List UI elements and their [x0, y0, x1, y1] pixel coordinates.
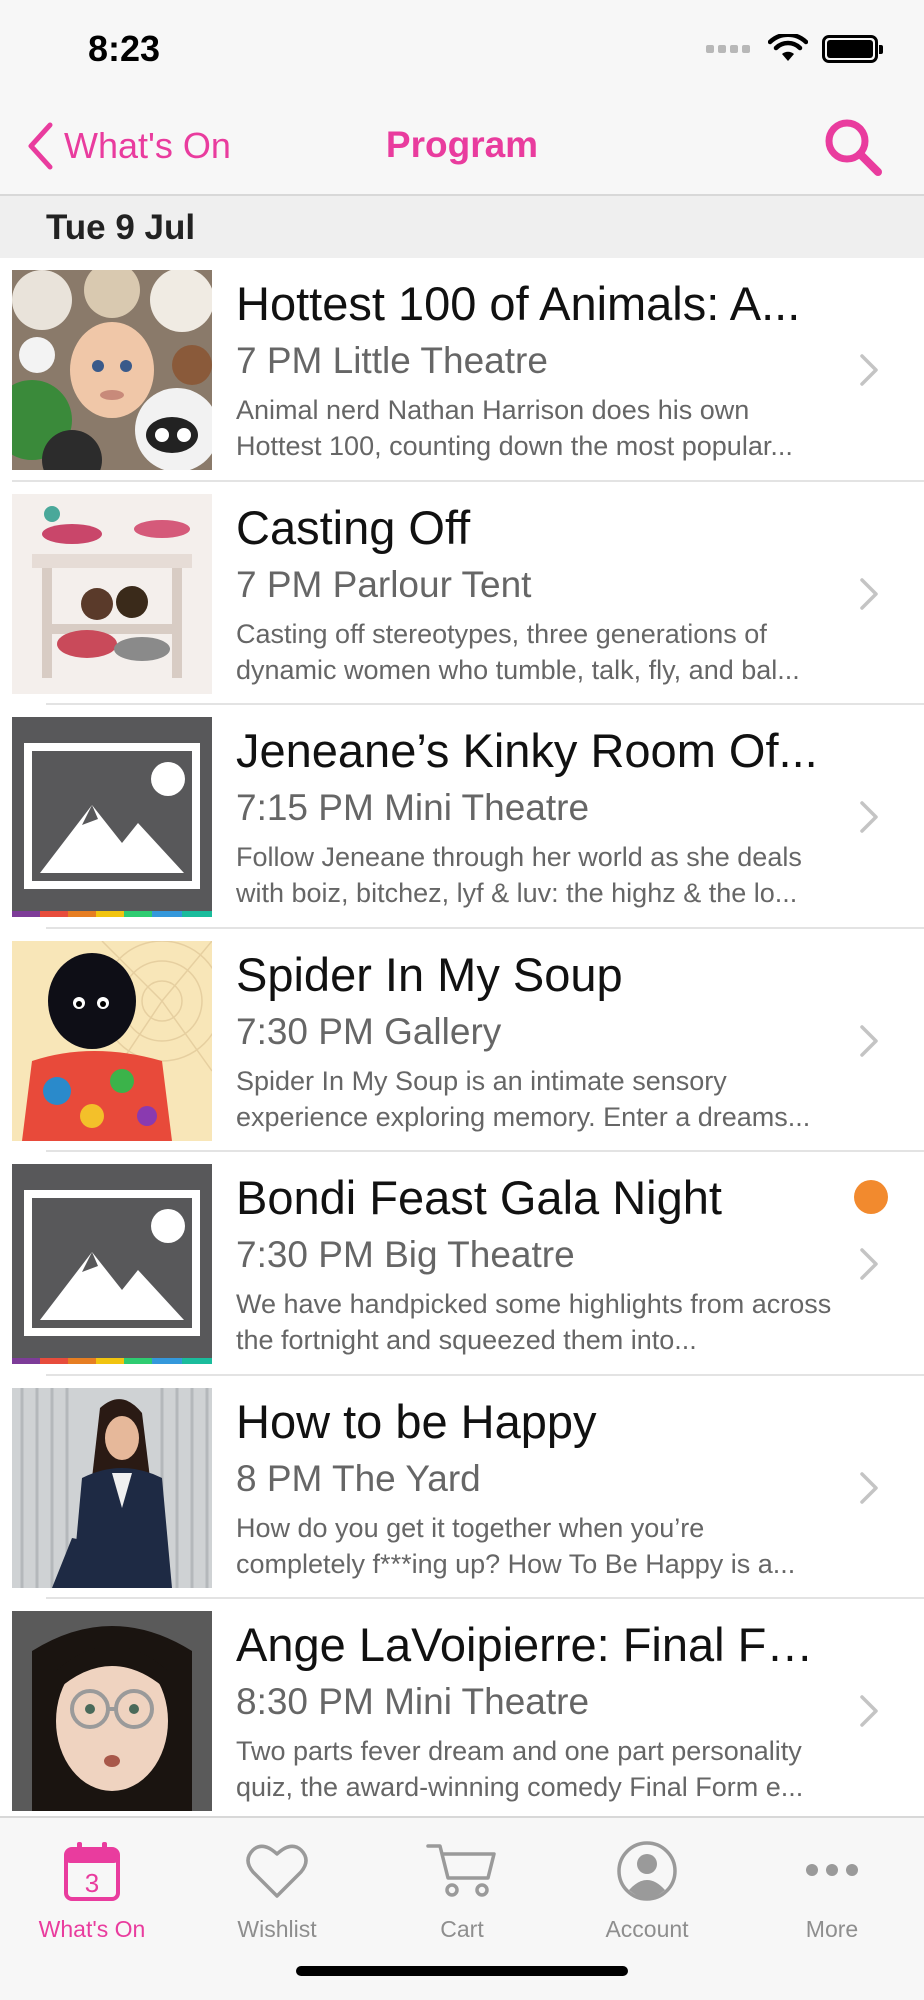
- event-row[interactable]: Hottest 100 of Animals: A... 7 PM Little…: [0, 258, 924, 482]
- calendar-icon: 3: [64, 1842, 120, 1901]
- event-description: Animal nerd Nathan Harrison does his own…: [236, 395, 793, 461]
- event-time-venue: 7 PM Little Theatre: [236, 340, 548, 381]
- event-row[interactable]: Bondi Feast Gala Night 7:30 PM Big Theat…: [0, 1152, 924, 1376]
- event-time-venue: 8 PM The Yard: [236, 1457, 481, 1499]
- home-indicator: [296, 1966, 628, 1976]
- event-row[interactable]: How to be Happy 8 PM The Yard How do you…: [0, 1375, 924, 1599]
- search-button[interactable]: [822, 116, 884, 178]
- status-icons: [706, 34, 883, 64]
- event-title: Hottest 100 of Animals: A...: [236, 277, 801, 330]
- event-time-venue: 7:15 PM Mini Theatre: [236, 787, 590, 828]
- chevron-right-icon: [860, 1024, 878, 1057]
- status-time: 8:23: [88, 28, 161, 69]
- event-description: Follow Jeneane through her world as she …: [236, 842, 802, 908]
- placeholder-image-icon: [12, 1164, 212, 1364]
- tab-whats-on[interactable]: 3 What's On: [0, 1828, 184, 1948]
- event-thumbnail: [12, 1387, 212, 1588]
- event-description: Spider In My Soup is an intimate sensory…: [236, 1065, 811, 1132]
- chevron-right-icon: [860, 1471, 878, 1504]
- wifi-icon: [768, 34, 808, 61]
- event-thumbnail: [12, 1611, 212, 1811]
- tab-wishlist[interactable]: Wishlist: [185, 1828, 369, 1948]
- event-thumbnail: [12, 717, 212, 917]
- chevron-right-icon: [860, 1695, 878, 1727]
- calendar-day-number: 3: [85, 1868, 99, 1898]
- tab-label: More: [805, 1916, 859, 1942]
- event-thumbnail: [12, 940, 212, 1141]
- event-list: Hottest 100 of Animals: A... 7 PM Little…: [0, 258, 924, 1823]
- event-thumbnail: [12, 270, 212, 470]
- event-time-venue: 8:30 PM Mini Theatre: [236, 1681, 590, 1722]
- event-description: Two parts fever dream and one part perso…: [236, 1736, 804, 1802]
- battery-icon: [822, 35, 883, 63]
- cart-icon: [426, 1844, 496, 1897]
- tab-more[interactable]: More: [740, 1828, 924, 1948]
- status-dot: [854, 1180, 888, 1214]
- status-bar: 8:23: [0, 0, 924, 100]
- event-title: Spider In My Soup: [236, 947, 623, 1001]
- event-time-venue: 7 PM Parlour Tent: [236, 563, 532, 605]
- event-description: How do you get it together when you’re c…: [236, 1512, 796, 1579]
- chevron-right-icon: [860, 354, 878, 386]
- event-title: Jeneane’s Kinky Room Of...: [236, 724, 818, 777]
- event-row[interactable]: Spider In My Soup 7:30 PM Gallery Spider…: [0, 928, 924, 1152]
- search-icon: [825, 119, 882, 176]
- account-icon: [617, 1841, 677, 1901]
- heart-icon: [246, 1844, 308, 1898]
- event-description: We have handpicked some highlights from …: [236, 1289, 832, 1355]
- event-title: Bondi Feast Gala Night: [236, 1171, 722, 1224]
- navigation-bar: What's On Program: [0, 100, 924, 196]
- event-time-venue: 7:30 PM Big Theatre: [236, 1234, 575, 1275]
- placeholder-image-icon: [12, 717, 212, 917]
- tab-account[interactable]: Account: [555, 1828, 739, 1948]
- event-row[interactable]: Jeneane’s Kinky Room Of... 7:15 PM Mini …: [0, 705, 924, 929]
- chevron-right-icon: [860, 577, 878, 610]
- signal-icon: [706, 45, 750, 53]
- event-description: Casting off stereotypes, three generatio…: [236, 618, 800, 685]
- section-date: Tue 9 Jul: [46, 208, 196, 247]
- tab-label: Account: [605, 1916, 689, 1942]
- tab-label: What's On: [38, 1916, 146, 1942]
- event-title: How to be Happy: [236, 1394, 597, 1448]
- tab-label: Wishlist: [237, 1916, 317, 1942]
- event-time-venue: 7:30 PM Gallery: [236, 1010, 502, 1052]
- page-title: Program: [385, 124, 539, 165]
- chevron-right-icon: [860, 1248, 878, 1280]
- event-row[interactable]: Casting Off 7 PM Parlour Tent Casting of…: [0, 481, 924, 705]
- event-thumbnail: [12, 1164, 212, 1364]
- event-thumbnail: [12, 493, 212, 694]
- chevron-right-icon: [860, 801, 878, 833]
- tab-cart[interactable]: Cart: [370, 1828, 554, 1948]
- event-title: Casting Off: [236, 500, 471, 554]
- event-row[interactable]: Ange LaVoipierre: Final Form 8:30 PM Min…: [0, 1599, 924, 1823]
- tab-label: Cart: [440, 1916, 484, 1942]
- more-icon: [806, 1864, 858, 1876]
- section-header: Tue 9 Jul: [0, 196, 924, 258]
- event-title: Ange LaVoipierre: Final Form: [236, 1618, 836, 1671]
